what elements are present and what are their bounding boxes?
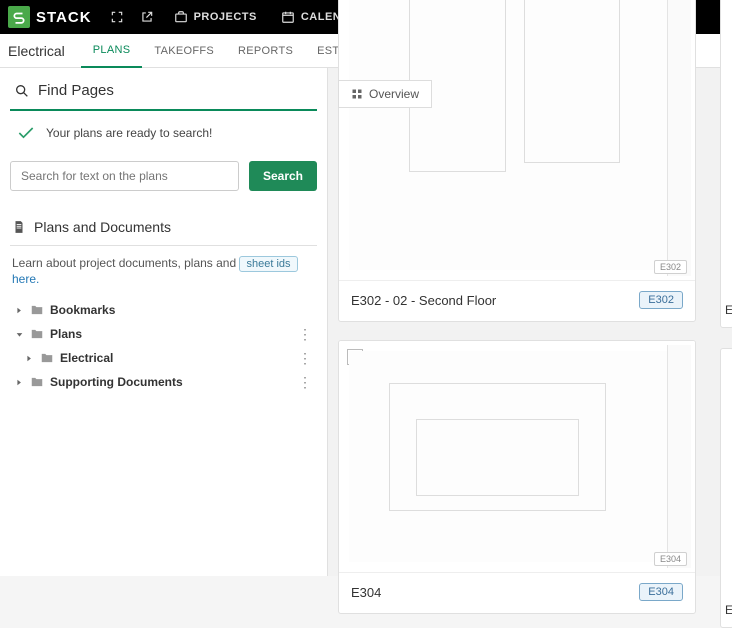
plans-docs-header: Plans and Documents [10, 213, 317, 246]
ready-text: Your plans are ready to search! [46, 126, 212, 140]
nav-projects[interactable]: PROJECTS [164, 10, 267, 24]
content-pane: Overview E302 E302 - 02 - Second Floor E… [328, 68, 732, 576]
find-pages-header: Find Pages [10, 78, 317, 111]
check-icon [16, 123, 36, 143]
card-footer: E302 - 02 - Second Floor E302 [339, 281, 695, 321]
card-badge: E302 [639, 291, 683, 309]
plan-card[interactable]: E304 E304 E304 [338, 340, 696, 614]
tree-electrical[interactable]: Electrical ⋮ [10, 346, 317, 370]
fullscreen-icon[interactable] [104, 4, 130, 30]
caret-right-icon[interactable] [14, 307, 24, 314]
tree-bookmarks[interactable]: Bookmarks [10, 298, 317, 322]
tree-supporting[interactable]: Supporting Documents ⋮ [10, 370, 317, 394]
search-button[interactable]: Search [249, 161, 317, 191]
sheet-small-badge: E304 [654, 552, 687, 566]
search-icon [14, 83, 30, 99]
external-link-icon[interactable] [134, 4, 160, 30]
tab-takeoffs[interactable]: TAKEOFFS [142, 34, 226, 68]
peek-label: E4 [725, 603, 732, 617]
plan-card-peek[interactable]: E4 [720, 348, 732, 628]
card-title: E304 [351, 585, 381, 600]
tree-label: Plans [50, 327, 297, 341]
calendar-icon [281, 10, 295, 24]
card-badge: E304 [639, 583, 683, 601]
tree-plans[interactable]: Plans ⋮ [10, 322, 317, 346]
tree: Bookmarks Plans ⋮ Electrical ⋮ Supportin… [10, 298, 317, 394]
briefcase-icon [174, 10, 188, 24]
sidebar: Find Pages Your plans are ready to searc… [0, 68, 328, 576]
kebab-icon[interactable]: ⋮ [297, 327, 313, 341]
caret-right-icon[interactable] [14, 379, 24, 386]
tree-label: Electrical [60, 351, 297, 365]
learn-here-link[interactable]: here. [12, 272, 39, 286]
caret-right-icon[interactable] [24, 355, 34, 362]
tab-plans[interactable]: PLANS [81, 34, 143, 68]
main: Find Pages Your plans are ready to searc… [0, 68, 732, 576]
card-footer: E304 E304 [339, 573, 695, 613]
overview-label: Overview [369, 87, 419, 101]
brand: STACK [36, 9, 92, 26]
folder-icon [30, 327, 44, 341]
grid-icon [351, 88, 363, 100]
caret-down-icon[interactable] [14, 331, 24, 338]
kebab-icon[interactable]: ⋮ [297, 351, 313, 365]
plan-thumbnail: E304 [339, 341, 695, 573]
document-icon [12, 220, 26, 234]
find-title: Find Pages [38, 82, 114, 99]
folder-icon [40, 351, 54, 365]
peek-label: E3 [725, 303, 732, 317]
folder-icon [30, 303, 44, 317]
search-input[interactable] [10, 161, 239, 191]
sheet-small-badge: E302 [654, 260, 687, 274]
plan-card-peek[interactable]: E3 [720, 0, 732, 328]
kebab-icon[interactable]: ⋮ [297, 375, 313, 389]
tab-reports[interactable]: REPORTS [226, 34, 305, 68]
project-label: Electrical [8, 43, 75, 59]
overview-button[interactable]: Overview [338, 80, 432, 108]
learn-row: Learn about project documents, plans and… [10, 246, 317, 298]
folder-icon [30, 375, 44, 389]
plans-title: Plans and Documents [34, 219, 171, 235]
plan-thumbnail: E302 [339, 0, 695, 281]
tree-label: Bookmarks [50, 303, 313, 317]
card-title: E302 - 02 - Second Floor [351, 293, 496, 308]
sheet-ids-chip[interactable]: sheet ids [239, 256, 297, 272]
tree-label: Supporting Documents [50, 375, 297, 389]
nav-projects-label: PROJECTS [194, 11, 257, 23]
learn-prefix: Learn about project documents, plans and [12, 256, 239, 270]
logo-icon [8, 6, 30, 28]
plan-card[interactable]: E302 E302 - 02 - Second Floor E302 [338, 0, 696, 322]
search-row: Search [10, 161, 317, 191]
ready-row: Your plans are ready to search! [10, 111, 317, 161]
